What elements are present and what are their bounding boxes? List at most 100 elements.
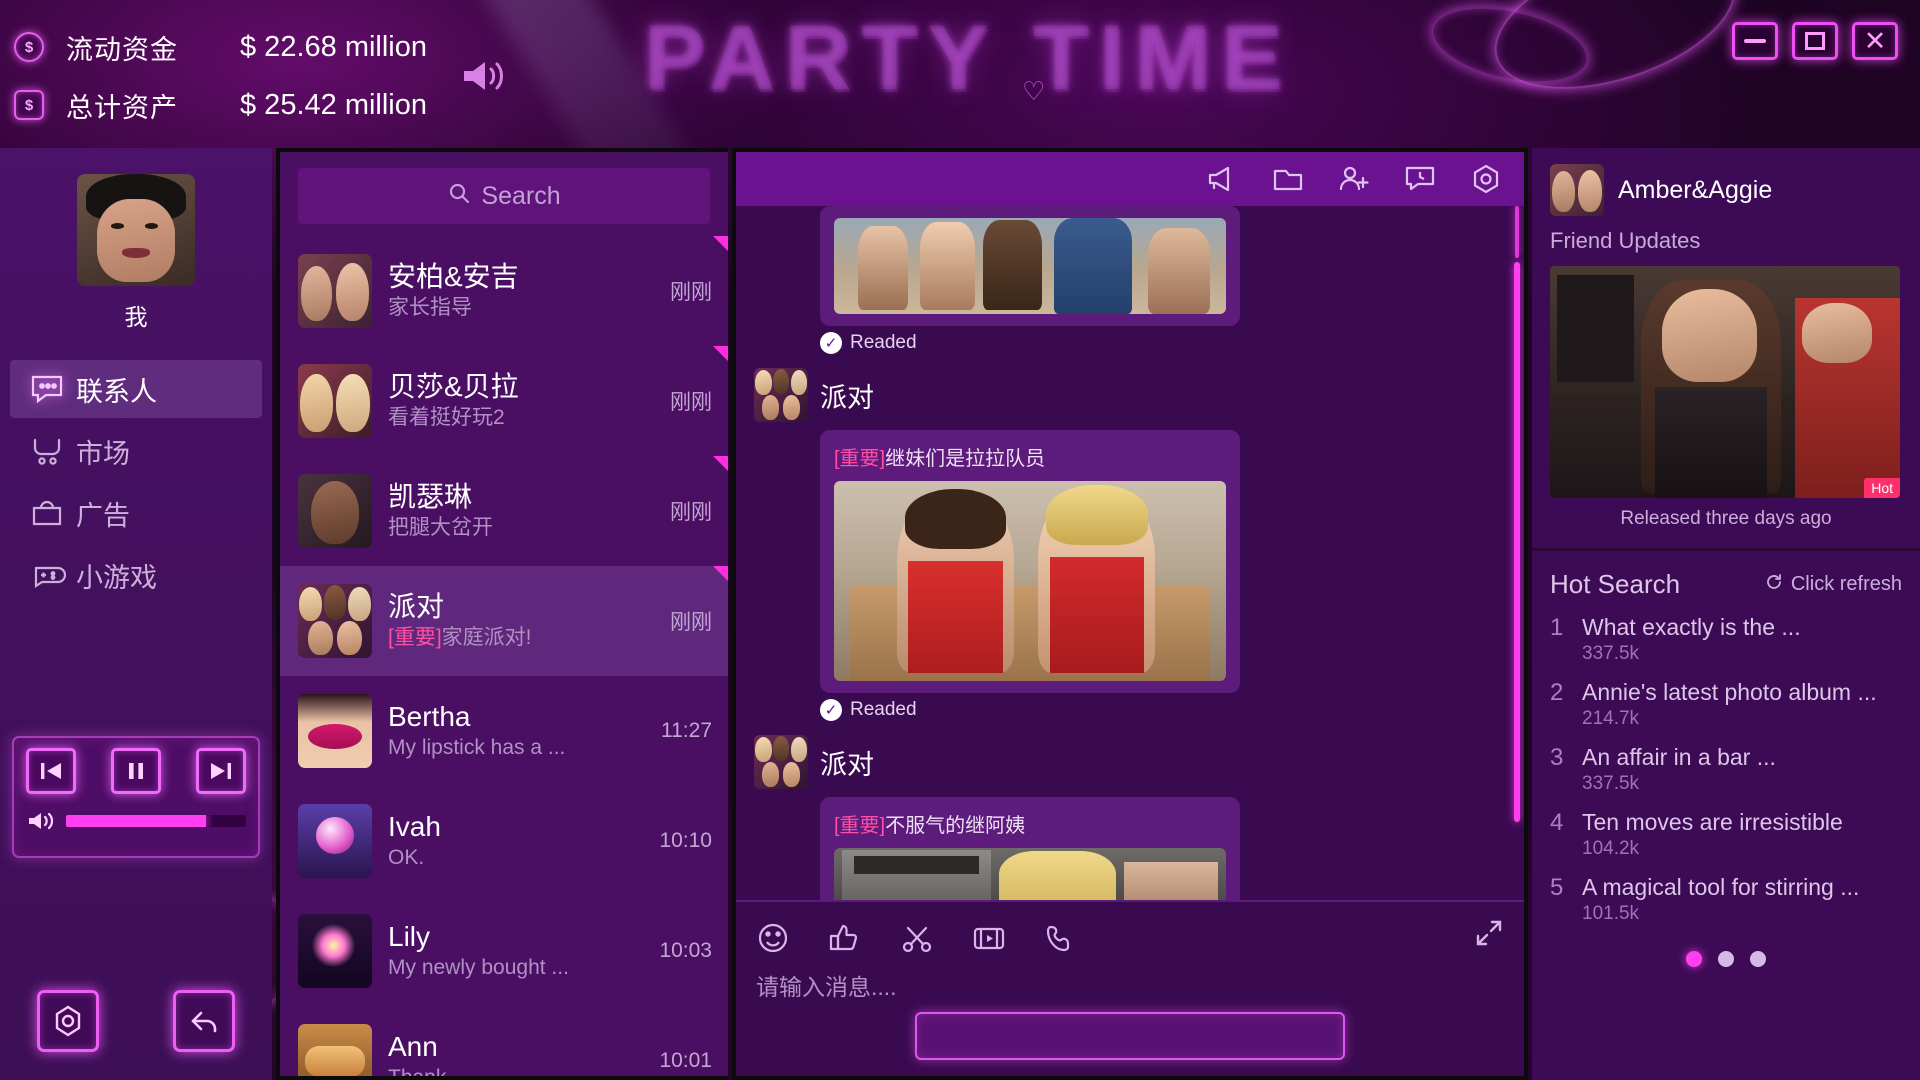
search-input[interactable]: Search xyxy=(298,168,710,224)
chat-preview: 看着挺好玩2 xyxy=(388,406,505,429)
page-dot-1[interactable] xyxy=(1686,951,1702,967)
video-icon[interactable] xyxy=(970,920,1008,956)
list-item[interactable]: Ann Thank... 10:01 xyxy=(280,1006,728,1076)
sidebar-item-market[interactable]: 市场 xyxy=(10,422,262,480)
settings-icon[interactable] xyxy=(1468,162,1504,196)
announce-icon[interactable] xyxy=(1204,162,1240,196)
list-item[interactable]: Ivah OK. 10:10 xyxy=(280,786,728,896)
hot-search-item[interactable]: 2 Annie's latest photo album ... 214.7k xyxy=(1550,679,1902,730)
friend-name: Amber&Aggie xyxy=(1618,175,1773,204)
minimize-button[interactable] xyxy=(1732,22,1778,60)
unread-flag xyxy=(713,346,728,361)
hot-search-text: What exactly is the ... xyxy=(1582,614,1801,640)
close-button[interactable]: ✕ xyxy=(1852,22,1898,60)
folder-icon[interactable] xyxy=(1270,162,1306,196)
send-button[interactable] xyxy=(915,1012,1345,1060)
gamepad-icon xyxy=(28,558,67,592)
sidebar-item-ads[interactable]: 广告 xyxy=(10,484,262,542)
sidebar-item-minigames[interactable]: 小游戏 xyxy=(10,546,262,604)
coin-stack-icon: $ xyxy=(14,90,44,120)
back-button[interactable] xyxy=(173,990,235,1052)
avatar xyxy=(298,364,372,438)
refresh-button[interactable]: Click refresh xyxy=(1764,572,1902,598)
search-area: Search xyxy=(280,152,728,236)
hot-search-item[interactable]: 5 A magical tool for stirring ... 101.5k xyxy=(1550,874,1902,925)
volume-fill xyxy=(66,815,207,827)
profile-block[interactable]: 我 xyxy=(0,148,272,332)
chat-name: Lily xyxy=(388,921,431,952)
list-item[interactable]: Bertha My lipstick has a ... 11:27 xyxy=(280,676,728,786)
message-list[interactable]: ✓ Readed 派对 [重要]继妹们是拉拉队员 ✓ Readed 派对 [重要… xyxy=(736,206,1524,900)
hot-search-count: 104.2k xyxy=(1582,838,1640,859)
scissors-icon[interactable] xyxy=(898,920,936,956)
hot-search-rank: 3 xyxy=(1550,744,1564,771)
sidebar-item-contacts[interactable]: 联系人 xyxy=(10,360,262,418)
message-image[interactable] xyxy=(834,848,1226,900)
hot-search-item[interactable]: 4 Ten moves are irresistible 104.2k xyxy=(1550,809,1902,860)
hot-search-item[interactable]: 3 An affair in a bar ... 337.5k xyxy=(1550,744,1902,795)
hot-search-text: An affair in a bar ... xyxy=(1582,744,1776,770)
thumbs-up-icon[interactable] xyxy=(826,920,864,956)
sidebar-item-label: 广告 xyxy=(76,500,130,531)
avatar xyxy=(298,1024,372,1076)
sidebar-item-label: 小游戏 xyxy=(76,562,157,593)
next-track-button[interactable] xyxy=(196,748,246,794)
list-item[interactable]: 贝莎&贝拉 看着挺好玩2 刚刚 xyxy=(280,346,728,456)
hot-search-text: Annie's latest photo album ... xyxy=(1582,679,1877,705)
page-dot-2[interactable] xyxy=(1718,951,1734,967)
volume-slider[interactable] xyxy=(66,815,246,827)
message-important-tag: [重要] xyxy=(834,448,886,470)
list-item[interactable]: 凯瑟琳 把腿大岔开 刚刚 xyxy=(280,456,728,566)
hot-search-rank: 4 xyxy=(1550,809,1564,836)
chat-time: 10:03 xyxy=(659,939,712,962)
friend-update-image[interactable]: Hot xyxy=(1550,266,1900,498)
previous-track-button[interactable] xyxy=(26,748,76,794)
scrollbar-thumb[interactable] xyxy=(1514,262,1520,822)
hot-badge: Hot xyxy=(1864,478,1900,498)
avatar xyxy=(754,368,808,422)
message-input[interactable]: 请输入消息.... xyxy=(754,964,1506,1012)
settings-button[interactable] xyxy=(37,990,99,1052)
chat-list[interactable]: 安柏&安吉 家长指导 刚刚 贝莎&贝拉 看着挺好玩2 刚刚 凯瑟琳 把腿大岔开 … xyxy=(280,236,728,1076)
message-bubble[interactable]: [重要]继妹们是拉拉队员 xyxy=(820,430,1240,693)
game-title: PARTY TIME xyxy=(643,7,1293,109)
message-bubble[interactable]: [重要]不服气的继阿姨 xyxy=(820,797,1240,900)
message-image[interactable] xyxy=(834,218,1226,314)
message-bubble[interactable] xyxy=(820,206,1240,326)
chat-list-panel: Search 安柏&安吉 家长指导 刚刚 贝莎&贝拉 看着挺好玩2 刚刚 凯瑟琳… xyxy=(276,148,728,1080)
hot-search-text: Ten moves are irresistible xyxy=(1582,809,1843,835)
maximize-button[interactable] xyxy=(1792,22,1838,60)
left-sidebar: 我 联系人 市场 广告 小游戏 xyxy=(0,148,272,1080)
call-icon[interactable] xyxy=(1042,920,1080,956)
page-dot-3[interactable] xyxy=(1750,951,1766,967)
emoji-icon[interactable] xyxy=(754,920,792,956)
avatar xyxy=(298,694,372,768)
chat-name: Bertha xyxy=(388,701,471,732)
coin-icon: $ xyxy=(14,32,44,62)
sound-toggle-icon[interactable] xyxy=(458,52,510,100)
search-placeholder: Search xyxy=(481,181,561,210)
message-text: 不服气的继阿姨 xyxy=(885,815,1026,837)
unread-flag xyxy=(713,566,728,581)
expand-icon[interactable] xyxy=(1472,916,1506,950)
list-item[interactable]: Lily My newly bought ... 10:03 xyxy=(280,896,728,1006)
player-transport xyxy=(26,748,246,794)
hot-search-item[interactable]: 1 What exactly is the ... 337.5k xyxy=(1550,614,1902,665)
message-image[interactable] xyxy=(834,481,1226,681)
list-item[interactable]: 安柏&安吉 家长指导 刚刚 xyxy=(280,236,728,346)
title-bar: PARTY TIME ♡ $ 流动资金 $ 22.68 million $ 总计… xyxy=(0,0,1920,148)
friend-update-header[interactable]: Amber&Aggie xyxy=(1550,164,1902,216)
profile-name: 我 xyxy=(124,304,148,330)
total-assets-row: $ 总计资产 $ 25.42 million xyxy=(14,82,427,128)
pagination-dots xyxy=(1550,951,1902,967)
volume-control[interactable] xyxy=(26,808,246,834)
list-item-selected[interactable]: 派对 [重要]家庭派对! 刚刚 xyxy=(280,566,728,676)
message-text: 继妹们是拉拉队员 xyxy=(885,448,1046,470)
chat-history-icon[interactable] xyxy=(1402,162,1438,196)
scrollbar-track[interactable] xyxy=(1515,206,1519,258)
add-person-icon[interactable] xyxy=(1336,162,1372,196)
pause-button[interactable] xyxy=(111,748,161,794)
chat-preview: My newly bought ... xyxy=(388,956,569,979)
avatar xyxy=(1550,164,1604,216)
liquid-funds-label: 流动资金 xyxy=(66,34,178,65)
